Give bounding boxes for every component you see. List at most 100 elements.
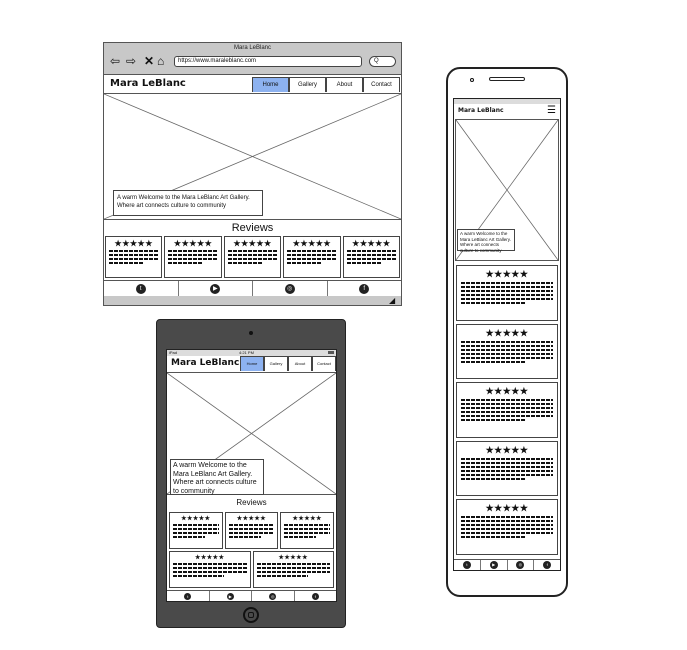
twitter-icon: t (462, 561, 471, 569)
home-button[interactable] (243, 607, 259, 623)
review-text-placeholder (461, 477, 526, 480)
social-footer: t ▶ ◎ f (454, 559, 560, 570)
url-input[interactable]: https://www.maraleblanc.com (174, 56, 362, 67)
review-card: ★★★★★ (224, 512, 279, 549)
review-card: ★★★★★ (342, 236, 401, 278)
star-rating-icon: ★★★★★ (485, 503, 529, 514)
battery-icon (328, 351, 334, 354)
review-text-placeholder (227, 258, 278, 260)
review-card: ★★★★★ (169, 512, 223, 549)
social-link[interactable]: ▶ (210, 591, 252, 601)
review-card: ★★★★★ (169, 551, 251, 588)
nav-tab-about[interactable]: About (326, 77, 363, 92)
back-arrow-icon[interactable]: ⇦ (110, 54, 120, 68)
review-card: ★★★★★ (105, 236, 163, 278)
star-rating-icon: ★★★★★ (485, 327, 529, 338)
nav-tab-home[interactable]: Home (252, 77, 289, 92)
review-text-placeholder (346, 258, 397, 260)
review-text-placeholder (109, 262, 144, 264)
star-rating-icon: ★★★★★ (485, 444, 529, 455)
star-rating-icon: ★★★★★ (485, 386, 529, 397)
review-card: ★★★★★ (456, 499, 558, 555)
facebook-icon: f (543, 561, 552, 569)
social-link[interactable]: ▶ (481, 560, 508, 570)
review-text-placeholder (173, 536, 205, 538)
nav-tab-about[interactable]: About (288, 356, 312, 371)
window-title: Mara LeBlanc (233, 45, 272, 51)
camera-icon (470, 78, 474, 82)
review-text-placeholder (109, 250, 159, 252)
hamburger-menu-icon[interactable]: ☰ (547, 106, 556, 116)
reviews-column: ★★★★★ ★★★★★ ★★★★★ ★★★★★ ★★★★★ (456, 265, 558, 555)
review-text-placeholder (461, 399, 553, 402)
review-text-placeholder (227, 250, 278, 252)
review-text-placeholder (256, 563, 330, 565)
twitter-icon: t (135, 283, 146, 294)
youtube-icon: ▶ (489, 561, 498, 569)
review-text-placeholder (461, 294, 553, 296)
review-text-placeholder (228, 524, 275, 526)
welcome-caption: A warm Welcome to the Mara LeBlanc Art G… (457, 229, 515, 253)
speaker-icon (489, 77, 525, 81)
review-text-placeholder (346, 254, 397, 256)
review-text-placeholder (228, 532, 275, 534)
home-icon[interactable]: ⌂ (157, 54, 164, 68)
review-card: ★★★★★ (456, 323, 558, 380)
social-link[interactable]: ◎ (508, 560, 535, 570)
forward-arrow-icon[interactable]: ⇨ (126, 54, 136, 68)
review-text-placeholder (461, 473, 553, 476)
review-text-placeholder (461, 411, 553, 414)
social-link[interactable]: f (534, 560, 560, 570)
nav-tab-contact[interactable]: Contact (363, 77, 400, 92)
review-text-placeholder (256, 571, 330, 573)
tablet-screen: iPad 4:21 PM Mara LeBlanc Home Gallery Abo… (166, 349, 337, 602)
social-link[interactable]: t (104, 281, 179, 296)
social-link[interactable]: ▶ (179, 281, 253, 296)
review-text-placeholder (461, 419, 526, 422)
star-rating-icon: ★★★★★ (278, 555, 308, 561)
review-card: ★★★★★ (456, 440, 558, 497)
social-footer: t ▶ ◎ f (167, 590, 336, 601)
review-text-placeholder (109, 254, 159, 256)
nav-tabs: Home Gallery About Contact (252, 77, 400, 92)
review-text-placeholder (461, 344, 553, 347)
social-link[interactable]: f (328, 281, 402, 296)
tablet-wireframe: iPad 4:21 PM Mara LeBlanc Home Gallery Abo… (156, 319, 346, 628)
review-text-placeholder (461, 415, 553, 418)
star-rating-icon: ★★★★★ (233, 239, 272, 248)
review-text-placeholder (173, 528, 219, 530)
review-text-placeholder (173, 532, 219, 534)
reviews-heading: Reviews (236, 498, 267, 507)
review-text-placeholder (109, 258, 159, 260)
search-icon[interactable]: Q (369, 56, 396, 67)
review-text-placeholder (227, 262, 263, 264)
social-link[interactable]: t (454, 560, 481, 570)
nav-tab-contact[interactable]: Contact (312, 356, 336, 371)
review-text-placeholder (256, 567, 330, 569)
review-text-placeholder (461, 457, 553, 460)
nav-tab-gallery[interactable]: Gallery (289, 77, 326, 92)
desktop-browser-wireframe: Mara LeBlanc ⇦ ⇨ ✕ ⌂ https://www.maraleb… (103, 42, 402, 306)
review-text-placeholder (461, 403, 553, 406)
nav-tab-gallery[interactable]: Gallery (264, 356, 288, 371)
social-link[interactable]: ◎ (252, 591, 295, 601)
twitter-icon: t (184, 592, 192, 600)
brand-title: Mara LeBlanc (458, 107, 504, 114)
close-icon[interactable]: ✕ (144, 54, 154, 68)
instagram-icon: ◎ (284, 283, 295, 294)
reviews-grid: ★★★★★ ★★★★★ ★★★★★ ★★★★★ ★★★★★ (169, 512, 334, 588)
nav-tab-home[interactable]: Home (240, 356, 264, 371)
social-link[interactable]: f (295, 591, 337, 601)
review-text-placeholder (461, 352, 553, 355)
resize-handle-icon[interactable]: ◢ (389, 296, 395, 305)
review-text-placeholder (287, 254, 337, 256)
home-button-icon (248, 612, 254, 618)
youtube-icon: ▶ (226, 592, 234, 600)
review-text-placeholder (461, 528, 553, 531)
review-card: ★★★★★ (280, 512, 334, 549)
review-text-placeholder (461, 536, 526, 539)
social-link[interactable]: ◎ (253, 281, 328, 296)
social-link[interactable]: t (167, 591, 210, 601)
review-text-placeholder (461, 469, 553, 472)
review-text-placeholder (346, 250, 397, 252)
